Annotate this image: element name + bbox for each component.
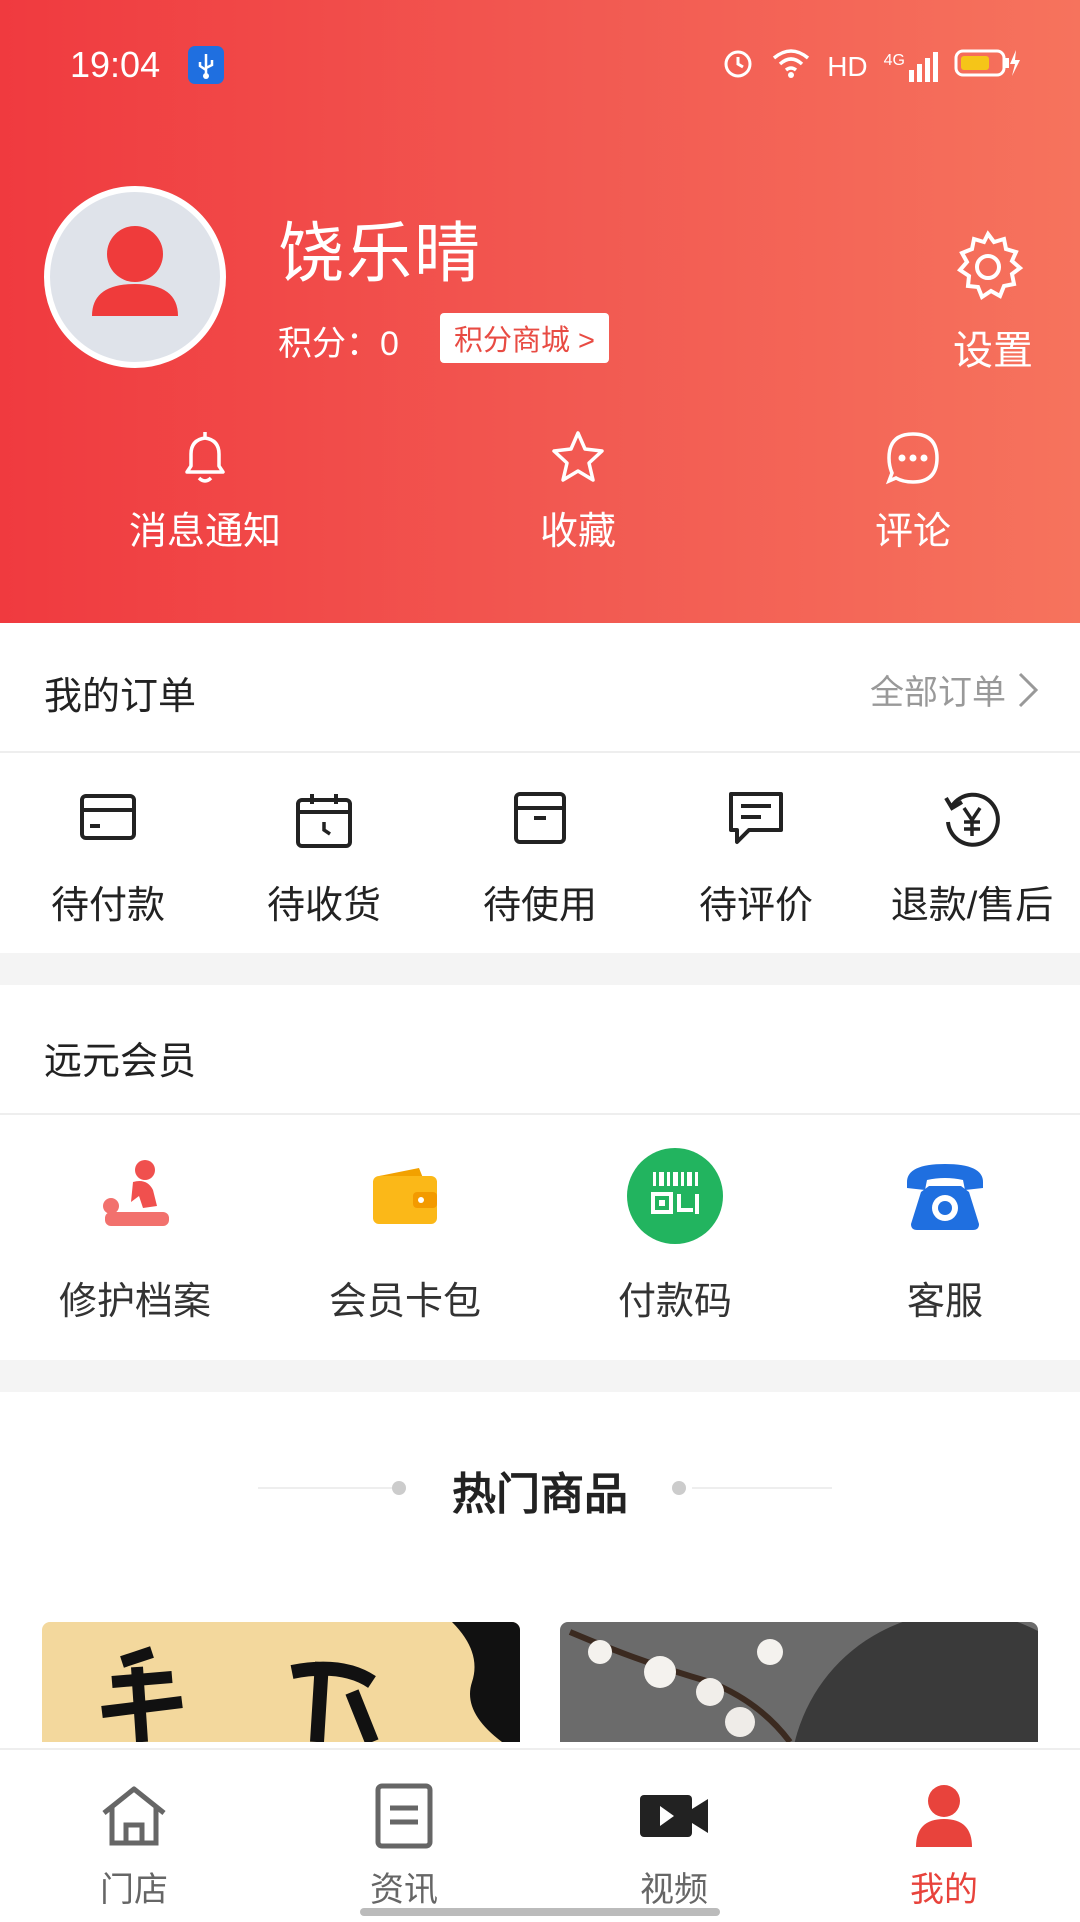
wallet-icon	[373, 1168, 437, 1224]
star-icon	[552, 431, 604, 482]
member-wallet-button[interactable]: 会员卡包	[270, 1148, 540, 1325]
repair-records-button[interactable]: 修护档案	[0, 1148, 270, 1325]
tab-video[interactable]: 视频	[574, 1780, 774, 1911]
product-card-2[interactable]	[560, 1622, 1038, 1742]
signal-label: 4G	[883, 51, 905, 69]
home-indicator[interactable]	[360, 1908, 720, 1916]
order-label: 待使用	[482, 885, 597, 927]
user-icon	[916, 1785, 972, 1847]
membership-divider	[0, 1113, 1080, 1115]
tab-news[interactable]: 资讯	[304, 1780, 504, 1911]
phone-icon	[907, 1164, 983, 1230]
signal-icon: 4G	[883, 51, 938, 82]
chevron-right-icon	[1018, 672, 1039, 707]
news-icon	[375, 1783, 433, 1849]
hot-title-line-right	[692, 1487, 832, 1489]
card-icon	[80, 794, 136, 840]
all-orders-label: 全部订单	[870, 674, 1006, 712]
user-avatar-icon	[92, 226, 178, 316]
settings-button[interactable]	[950, 228, 1026, 309]
product-image-plum-blossom	[568, 1622, 1038, 1742]
points-mall-button[interactable]: 积分商城 >	[440, 313, 609, 363]
calendar-clock-icon	[296, 794, 352, 848]
notifications-button[interactable]: 消息通知	[75, 428, 335, 555]
order-pending-review[interactable]: 待评价	[648, 790, 864, 929]
notifications-label: 消息通知	[128, 511, 281, 553]
tab-label: 我的	[910, 1871, 978, 1909]
massage-icon	[103, 1160, 169, 1226]
user-name: 饶乐晴	[278, 216, 482, 290]
usb-icon	[188, 46, 224, 84]
settings-label[interactable]: 设置	[948, 318, 1038, 376]
orders-title: 我的订单	[44, 676, 197, 718]
refund-yen-icon	[944, 792, 1000, 847]
status-icons: HD 4G	[721, 46, 1020, 87]
box-icon	[514, 792, 566, 844]
home-icon	[102, 1786, 166, 1846]
order-label: 待收货	[266, 885, 381, 927]
points-balance: 积分：0	[278, 325, 399, 363]
membership-title: 远元会员	[44, 1041, 197, 1083]
order-label: 待评价	[698, 885, 813, 927]
comment-icon	[885, 432, 939, 485]
bell-icon	[185, 432, 225, 483]
hot-title-dot-right	[672, 1481, 686, 1495]
favorites-label: 收藏	[539, 511, 616, 553]
tab-label: 资讯	[370, 1871, 438, 1909]
order-label: 退款/售后	[890, 885, 1054, 927]
qr-code-icon	[627, 1148, 723, 1244]
comments-label: 评论	[874, 511, 951, 553]
member-label: 修护档案	[58, 1281, 211, 1323]
order-refund[interactable]: 退款/售后	[864, 790, 1080, 929]
all-orders-link[interactable]: 全部订单	[870, 665, 1040, 714]
member-label: 付款码	[617, 1281, 732, 1323]
network-label: HD	[827, 50, 868, 82]
battery-icon	[954, 48, 1020, 85]
order-pending-receipt[interactable]: 待收货	[216, 790, 432, 929]
product-card-1[interactable]	[42, 1622, 520, 1742]
avatar[interactable]	[44, 186, 226, 368]
member-label: 客服	[906, 1281, 983, 1323]
profile-header: 19:04 HD 4G 饶乐晴 积分：0 积分商城 > 设置 消息通知 收藏 评…	[0, 0, 1080, 623]
orders-divider	[0, 751, 1080, 753]
order-label: 待付款	[50, 885, 165, 927]
tab-label: 视频	[640, 1871, 708, 1909]
message-icon	[729, 792, 783, 844]
tab-mine[interactable]: 我的	[844, 1780, 1044, 1911]
tab-store[interactable]: 门店	[34, 1780, 234, 1911]
favorites-button[interactable]: 收藏	[448, 428, 708, 555]
wifi-icon	[771, 47, 811, 86]
gear-icon	[956, 230, 1024, 301]
product-image-calligraphy	[101, 1622, 520, 1742]
hot-products-title: 热门商品	[452, 1470, 628, 1519]
comments-button[interactable]: 评论	[783, 428, 1043, 555]
tab-label: 门店	[100, 1871, 168, 1909]
bottom-tab-bar: 门店 资讯 视频 我的	[0, 1748, 1080, 1922]
video-icon	[640, 1795, 708, 1837]
order-pending-payment[interactable]: 待付款	[0, 790, 216, 929]
payment-code-button[interactable]: 付款码	[540, 1148, 810, 1325]
customer-service-button[interactable]: 客服	[810, 1148, 1080, 1325]
order-pending-use[interactable]: 待使用	[432, 790, 648, 929]
member-label: 会员卡包	[328, 1281, 481, 1323]
status-time: 19:04	[70, 44, 161, 85]
alarm-icon	[721, 46, 755, 87]
status-bar: 19:04 HD 4G	[0, 0, 1080, 130]
